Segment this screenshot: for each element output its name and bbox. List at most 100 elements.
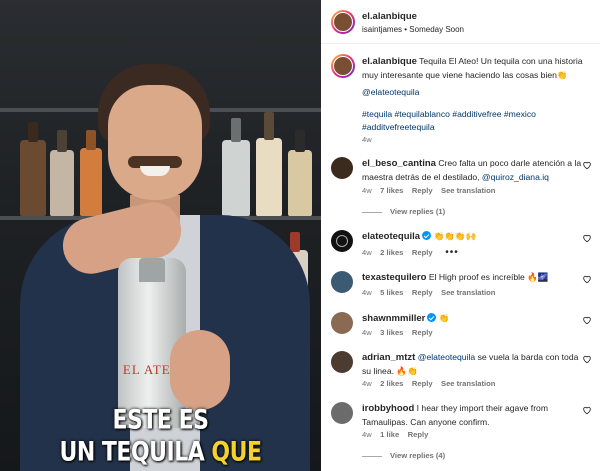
background-bottle-neck xyxy=(57,130,67,152)
commenter-avatar[interactable] xyxy=(331,351,353,373)
like-heart-icon[interactable] xyxy=(582,233,592,243)
background-bottle-neck xyxy=(28,122,38,142)
tequila-bottle-neck xyxy=(139,258,165,282)
caption-username[interactable]: el.alanbique xyxy=(362,56,417,67)
background-bottle xyxy=(50,150,74,216)
logo-icon xyxy=(336,235,348,247)
comment-body: 👏 xyxy=(438,313,450,323)
separator-dot: • xyxy=(404,25,408,34)
reply-button[interactable]: Reply xyxy=(412,328,433,337)
comment-meta: 4w 5 likes Reply See translation xyxy=(362,288,495,297)
see-translation-button[interactable]: See translation xyxy=(441,379,495,388)
comment-text: elateotequila 👏👏👏🙌 xyxy=(362,230,584,244)
reply-button[interactable]: Reply xyxy=(412,288,433,297)
comment-mention[interactable]: @elateotequila xyxy=(418,352,475,362)
background-bottle-neck xyxy=(264,112,274,140)
comment-meta: 4w 1 like Reply xyxy=(362,430,428,439)
caption-emoji: 👏 xyxy=(556,69,568,80)
video-caption-yellow: QUE xyxy=(211,437,262,468)
author-avatar[interactable] xyxy=(331,10,355,34)
comment-text: shawnmmiller 👏 xyxy=(362,312,584,326)
background-bottle-neck xyxy=(295,130,305,152)
comment-username[interactable]: elateotequila xyxy=(362,231,420,242)
background-bottle-neck xyxy=(231,118,241,142)
background-bottle xyxy=(256,138,282,216)
view-replies-label: View replies (4) xyxy=(390,451,446,460)
background-bottle xyxy=(288,150,312,216)
commenter-avatar[interactable] xyxy=(331,230,353,252)
audio-info[interactable]: isaintjames • Someday Soon xyxy=(362,25,464,34)
post-header: el.alanbique isaintjames • Someday Soon xyxy=(321,0,600,44)
comment-body: El High proof es increíble 🔥🌌 xyxy=(428,272,549,282)
comment-likes[interactable]: 2 likes xyxy=(380,248,403,257)
like-heart-icon[interactable] xyxy=(582,315,592,325)
comment-body: 👏👏👏🙌 xyxy=(433,231,477,241)
reply-button[interactable]: Reply xyxy=(412,186,433,195)
comment-likes[interactable]: 3 likes xyxy=(380,328,403,337)
comment-meta: 4w 2 likes Reply See translation xyxy=(362,379,495,388)
comment-meta: 4w 7 likes Reply See translation xyxy=(362,186,495,195)
comment-likes[interactable]: 7 likes xyxy=(380,186,403,195)
comment-username[interactable]: adrian_mtzt xyxy=(362,352,415,363)
caption-text: el.alanbique Tequila El Ateo! Un tequila… xyxy=(362,55,594,81)
background-bottle-neck xyxy=(290,232,300,252)
view-replies-button[interactable]: View replies (1) xyxy=(362,207,445,216)
like-heart-icon[interactable] xyxy=(582,354,592,364)
caption-hashtags[interactable]: #tequila #tequilablanco #additivefree #m… xyxy=(362,108,594,133)
comment-mention[interactable]: @quiroz_diana.iq xyxy=(482,172,549,182)
caption-avatar-image xyxy=(333,56,353,76)
background-bottle xyxy=(20,140,46,216)
caption-avatar[interactable] xyxy=(331,54,355,78)
view-replies-label: View replies (1) xyxy=(390,207,446,216)
background-bottle xyxy=(222,140,250,216)
commenter-avatar[interactable] xyxy=(331,312,353,334)
commenter-avatar[interactable] xyxy=(331,157,353,179)
like-heart-icon[interactable] xyxy=(582,274,592,284)
video-player[interactable]: EL ATEO ESTE ES UN TEQUILA QUE xyxy=(0,0,321,471)
comment-text: adrian_mtzt @elateotequila se vuela la b… xyxy=(362,351,584,377)
view-replies-button[interactable]: View replies (4) xyxy=(362,451,445,460)
like-heart-icon[interactable] xyxy=(582,405,592,415)
comment-likes[interactable]: 1 like xyxy=(380,430,399,439)
background-bottle xyxy=(80,148,102,216)
see-translation-button[interactable]: See translation xyxy=(441,288,495,297)
post-panel: el.alanbique isaintjames • Someday Soon … xyxy=(321,0,600,471)
audio-track: Someday Soon xyxy=(409,25,464,34)
person-face xyxy=(108,85,202,200)
comment-meta: 4w 3 likes Reply xyxy=(362,328,433,337)
comment-username[interactable]: irobbyhood xyxy=(362,403,414,414)
person-hand xyxy=(170,330,230,410)
video-caption-line2: UN TEQUILA QUE xyxy=(0,438,321,468)
view-replies-line xyxy=(362,211,382,213)
reply-button[interactable]: Reply xyxy=(412,379,433,388)
see-translation-button[interactable]: See translation xyxy=(441,186,495,195)
comment-text: irobbyhood I hear they import their agav… xyxy=(362,402,584,428)
author-username[interactable]: el.alanbique xyxy=(362,11,417,22)
comment-time: 4w xyxy=(362,186,372,195)
author-avatar-image xyxy=(333,12,353,32)
comment-likes[interactable]: 2 likes xyxy=(380,379,403,388)
comment-text: texastequilero El High proof es increíbl… xyxy=(362,271,584,285)
comment-time: 4w xyxy=(362,288,372,297)
view-replies-line xyxy=(362,455,382,457)
background-bottle-neck xyxy=(86,130,96,150)
comment-username[interactable]: texastequilero xyxy=(362,272,426,283)
comment-time: 4w xyxy=(362,248,372,257)
verified-badge-icon xyxy=(422,231,432,240)
comment-likes[interactable]: 5 likes xyxy=(380,288,403,297)
commenter-avatar[interactable] xyxy=(331,271,353,293)
comment-username[interactable]: shawnmmiller xyxy=(362,313,425,324)
more-options-icon[interactable]: ••• xyxy=(445,247,459,258)
verified-badge-icon xyxy=(427,313,437,322)
reply-button[interactable]: Reply xyxy=(412,248,433,257)
caption-time: 4w xyxy=(362,135,372,144)
comment-time: 4w xyxy=(362,379,372,388)
like-heart-icon[interactable] xyxy=(582,160,592,170)
comment-username[interactable]: el_beso_cantina xyxy=(362,158,436,169)
reply-button[interactable]: Reply xyxy=(408,430,429,439)
commenter-avatar[interactable] xyxy=(331,402,353,424)
comment-time: 4w xyxy=(362,430,372,439)
caption-mention[interactable]: @elateotequila xyxy=(362,86,419,99)
comment-text: el_beso_cantina Creo falta un poco darle… xyxy=(362,157,584,183)
video-caption-white: UN TEQUILA xyxy=(59,437,205,468)
